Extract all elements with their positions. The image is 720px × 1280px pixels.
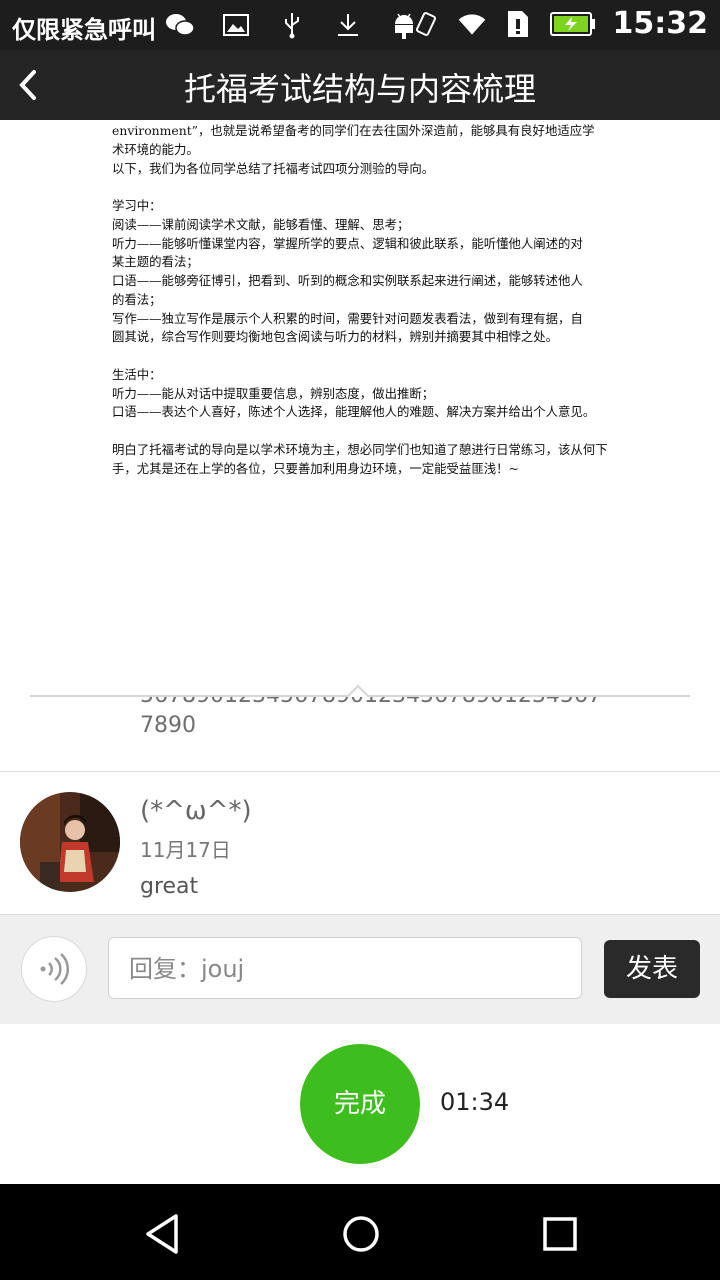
document-line: 阅读——课前阅读学术文献，能够看懂、理解、思考； — [112, 216, 410, 232]
status-right: 15:32 — [411, 6, 709, 41]
document-line: 听力——能够听懂课堂内容，掌握所学的要点、逻辑和彼此联系，能听懂他人阐述的对 — [112, 235, 583, 251]
sim-alert-icon — [503, 9, 533, 39]
previous-comment-text: 567890123456789012345678901234567 7890 — [140, 697, 600, 747]
battery-charging-icon — [549, 9, 597, 39]
nav-recents-button[interactable] — [538, 1212, 582, 1256]
previous-comment-line1: 567890123456789012345678901234567 — [140, 697, 600, 711]
record-timer: 01:34 — [440, 1088, 510, 1116]
document-line: 以下，我们为各位同学总结了托福考试四项分测验的导向。 — [112, 160, 435, 176]
system-nav-bar — [0, 1184, 720, 1280]
document-line: 某主题的看法； — [112, 254, 199, 270]
document-line: 学习中： — [112, 198, 162, 213]
back-triangle-icon — [146, 1214, 178, 1254]
document-line: 生活中： — [112, 366, 162, 382]
wechat-icon — [165, 10, 195, 40]
comment-item[interactable]: (*^ω^*) 11月17日 great — [0, 772, 720, 914]
document-line: 口语——表达个人喜好，陈述个人选择，能理解他人的难题、解决方案并给出个人意见。 — [112, 404, 596, 420]
vibrate-icon — [411, 9, 441, 39]
comment-date: 11月17日 — [140, 838, 231, 862]
reply-input[interactable]: 回复：jouj — [108, 937, 582, 999]
status-bar: 仅限紧急呼叫 15:32 — [0, 0, 720, 50]
comment-text: great — [140, 874, 199, 899]
done-button[interactable]: 完成 — [300, 1044, 420, 1164]
app-bar: 托福考试结构与内容梳理 — [0, 50, 720, 120]
document-line: 手，尤其是还在上学的各位，只要善加利用身边环境，一定能受益匪浅！~ — [112, 460, 519, 476]
comment-author: (*^ω^*) — [140, 796, 252, 826]
clock: 15:32 — [612, 6, 709, 41]
home-circle-icon — [343, 1216, 379, 1252]
voice-recorder: 完成 01:34 — [0, 1024, 720, 1184]
previous-comment-line2: 7890 — [140, 713, 196, 738]
document-line: 听力——能从对话中提取重要信息，辨别态度，做出推断； — [112, 385, 435, 401]
voice-button[interactable] — [21, 936, 87, 1002]
document-blank-line — [112, 422, 612, 441]
document-content: environment”，也就是说希望备考的同学们在去往国外深造前，能够具有良好… — [112, 122, 612, 478]
document-line: 术环境的能力。 — [112, 141, 199, 157]
status-icons — [165, 10, 419, 40]
page-title: 托福考试结构与内容梳理 — [183, 70, 536, 108]
usb-icon — [277, 10, 307, 40]
document-blank-line — [112, 178, 612, 197]
document-line: 写作——独立写作是展示个人积累的时间，需要针对问题发表看法，做到有理有据，自 — [112, 310, 583, 326]
nav-home-button[interactable] — [339, 1212, 383, 1256]
document-line: environment”，也就是说希望备考的同学们在去往国外深造前，能够具有良好… — [112, 123, 595, 138]
wifi-icon — [457, 9, 487, 39]
post-button[interactable]: 发表 — [604, 940, 700, 998]
document-line: 的看法； — [112, 291, 162, 307]
reply-bar: 回复：jouj 发表 — [0, 914, 720, 1025]
avatar[interactable] — [20, 792, 120, 892]
document-line: 明白了托福考试的导向是以学术环境为主，想必同学们也知道了憩进行日常练习，该从何下 — [112, 441, 608, 457]
document-line: 口语——能够旁征博引，把看到、听到的概念和实例联系起来进行阐述，能够转述他人 — [112, 273, 583, 288]
image-icon — [221, 10, 251, 40]
recents-square-icon — [543, 1217, 577, 1251]
nav-back-button[interactable] — [140, 1212, 184, 1256]
status-left-text: 仅限紧急呼叫 — [12, 16, 156, 44]
document-blank-line — [112, 347, 612, 366]
sound-wave-icon — [40, 953, 70, 985]
document-line: 圆其说，综合写作则要均衡地包含阅读与听力的材料，辨别并摘要其中相悖之处。 — [112, 329, 559, 345]
download-icon — [333, 10, 363, 40]
